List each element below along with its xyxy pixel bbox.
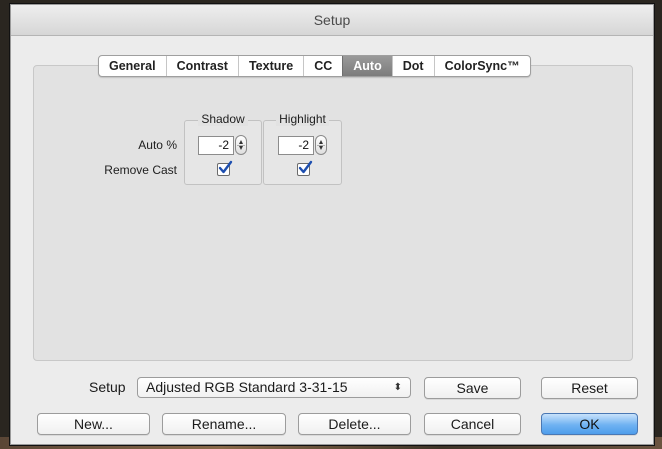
shadow-auto-field[interactable]: -2 xyxy=(198,136,234,155)
highlight-auto-field[interactable]: -2 xyxy=(278,136,314,155)
ok-button[interactable]: OK xyxy=(541,413,638,435)
delete-button[interactable]: Delete... xyxy=(298,413,411,435)
rename-button[interactable]: Rename... xyxy=(162,413,286,435)
stepper-down-icon xyxy=(319,146,323,150)
shadow-group: Shadow -2 xyxy=(184,112,262,185)
checkmark-icon xyxy=(298,160,313,174)
tab-texture[interactable]: Texture xyxy=(237,56,303,76)
tab-auto[interactable]: Auto xyxy=(342,56,392,76)
setup-dialog: Setup General Contrast Texture CC Auto D… xyxy=(10,4,654,445)
highlight-remove-cast-checkbox[interactable] xyxy=(297,160,313,176)
cancel-button[interactable]: Cancel xyxy=(424,413,521,435)
shadow-title: Shadow xyxy=(198,112,248,126)
shadow-remove-cast-checkbox[interactable] xyxy=(217,160,233,176)
new-button[interactable]: New... xyxy=(37,413,150,435)
highlight-stepper[interactable] xyxy=(315,135,327,155)
tab-panel-auto xyxy=(33,65,633,361)
setup-popup-value: Adjusted RGB Standard 3-31-15 xyxy=(146,379,348,395)
remove-cast-label: Remove Cast xyxy=(104,163,177,177)
shadow-stepper[interactable] xyxy=(235,135,247,155)
tab-contrast[interactable]: Contrast xyxy=(165,56,238,76)
setup-popup[interactable]: Adjusted RGB Standard 3-31-15 ⬍ xyxy=(137,377,411,398)
tab-colorsync[interactable]: ColorSync™ xyxy=(433,56,530,76)
stepper-up-icon xyxy=(319,140,323,144)
stepper-down-icon xyxy=(239,146,243,150)
window-title: Setup xyxy=(11,5,653,36)
tab-general[interactable]: General xyxy=(99,56,166,76)
stepper-up-icon xyxy=(239,140,243,144)
auto-percent-label: Auto % xyxy=(138,138,177,152)
reset-button[interactable]: Reset xyxy=(541,377,638,399)
tab-dot[interactable]: Dot xyxy=(391,56,434,76)
highlight-group: Highlight -2 xyxy=(263,112,342,185)
tab-cc[interactable]: CC xyxy=(303,56,342,76)
highlight-title: Highlight xyxy=(276,112,329,126)
save-button[interactable]: Save xyxy=(424,377,521,399)
tab-bar: General Contrast Texture CC Auto Dot Col… xyxy=(98,55,531,77)
up-down-arrows-icon: ⬍ xyxy=(393,382,402,393)
checkmark-icon xyxy=(218,160,233,174)
setup-label: Setup xyxy=(89,379,126,395)
